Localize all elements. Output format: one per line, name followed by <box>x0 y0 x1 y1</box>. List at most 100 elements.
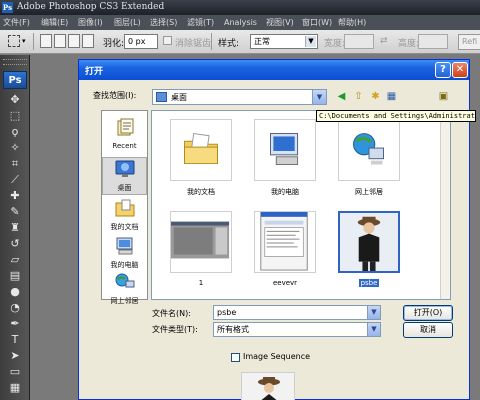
place-recent[interactable]: Recent <box>102 117 147 155</box>
my-computer-icon <box>116 237 132 255</box>
menu-image[interactable]: 图像(I) <box>78 15 103 30</box>
file-item[interactable]: eevevr <box>250 211 320 288</box>
marquee-tool-icon[interactable]: ⬚ <box>7 108 23 124</box>
file-name: 1 <box>198 279 204 287</box>
move-tool-icon[interactable]: ✥ <box>7 92 23 108</box>
filename-input[interactable]: psbe ▼ <box>213 305 381 320</box>
width-input <box>344 34 374 49</box>
photoshop-app-icon: Ps <box>2 2 13 13</box>
subtract-selection-icon[interactable] <box>68 34 80 48</box>
notes-tool-icon[interactable]: ▦ <box>7 380 23 396</box>
type-tool-icon[interactable]: T <box>7 332 23 348</box>
file-item[interactable]: 1 <box>166 211 236 288</box>
pen-tool-icon[interactable]: ✒ <box>7 316 23 332</box>
my-computer-icon <box>269 133 299 165</box>
place-network[interactable]: 网上邻居 <box>102 271 147 309</box>
healing-brush-tool-icon[interactable]: ✚ <box>7 188 23 204</box>
desktop-icon <box>115 160 134 177</box>
file-list: 我的文档 我的电脑 网上邻居 1 eevevr psbe <box>151 110 451 300</box>
antialias-checkbox <box>163 36 172 45</box>
desktop-icon <box>156 92 167 102</box>
place-label: 我的文档 <box>110 223 139 231</box>
dialog-title-bar[interactable]: 打开 ? ✕ <box>79 60 469 80</box>
photoshop-logo: Ps <box>3 71 27 89</box>
shape-tool-icon[interactable]: ▭ <box>7 364 23 380</box>
place-label: 我的电脑 <box>110 261 139 269</box>
menu-help[interactable]: 帮助(H) <box>338 15 366 30</box>
up-folder-icon[interactable]: ⇧ <box>352 90 365 103</box>
marquee-tool-icon[interactable] <box>8 35 20 47</box>
view-menu-icon[interactable]: ▦ <box>385 90 398 103</box>
clone-stamp-tool-icon[interactable]: ♜ <box>7 220 23 236</box>
width-label: 宽度: <box>324 39 346 49</box>
tool-preset-chevron-icon[interactable]: ▾ <box>22 37 26 45</box>
panel-grip[interactable] <box>3 59 27 65</box>
filename-value: psbe <box>217 308 237 317</box>
open-dialog: 打开 ? ✕ 查找范围(I): 桌面 ▼ ◀ ⇧ ✱ ▦ ▣ C:\Docume… <box>78 59 476 400</box>
file-item[interactable]: 我的文档 <box>166 119 236 197</box>
menu-file[interactable]: 文件(F) <box>3 15 30 30</box>
menu-select[interactable]: 选择(S) <box>150 15 177 30</box>
place-desktop[interactable]: 桌面 <box>102 157 147 195</box>
add-selection-icon[interactable] <box>54 34 66 48</box>
menu-edit[interactable]: 编辑(E) <box>41 15 68 30</box>
height-input <box>418 34 448 49</box>
intersect-selection-icon[interactable] <box>82 34 94 48</box>
new-selection-icon[interactable] <box>40 34 52 48</box>
menu-window[interactable]: 窗口(W) <box>302 15 332 30</box>
chevron-down-icon: ▼ <box>367 306 380 319</box>
blur-tool-icon[interactable]: ● <box>7 284 23 300</box>
filetype-value: 所有格式 <box>217 325 249 334</box>
gradient-tool-icon[interactable]: ▤ <box>7 268 23 284</box>
eraser-tool-icon[interactable]: ▱ <box>7 252 23 268</box>
filetype-select[interactable]: 所有格式 ▼ <box>213 322 381 337</box>
file-thumbnail <box>170 119 232 181</box>
path-selection-tool-icon[interactable]: ➤ <box>7 348 23 364</box>
menu-view[interactable]: 视图(V) <box>266 15 294 30</box>
look-in-select[interactable]: 桌面 ▼ <box>152 89 327 105</box>
image-thumbnail <box>171 221 230 259</box>
feather-label: 羽化: <box>103 39 125 49</box>
magic-wand-tool-icon[interactable]: ✧ <box>7 140 23 156</box>
file-thumbnail <box>338 119 400 181</box>
history-brush-tool-icon[interactable]: ↺ <box>7 236 23 252</box>
brush-tool-icon[interactable]: ✎ <box>7 204 23 220</box>
cancel-button[interactable]: 取消 <box>403 322 453 338</box>
eyedropper-tool-icon[interactable]: ⟋ <box>7 172 23 188</box>
app-title: Adobe Photoshop CS3 Extended <box>17 2 165 12</box>
file-item[interactable]: 网上邻居 <box>334 119 404 197</box>
preview-image <box>258 377 280 400</box>
place-my-computer[interactable]: 我的电脑 <box>102 235 147 273</box>
place-my-documents[interactable]: 我的文档 <box>102 197 147 235</box>
close-button[interactable]: ✕ <box>452 62 468 78</box>
app-title-bar: Ps Adobe Photoshop CS3 Extended <box>0 0 480 15</box>
file-name: 我的文档 <box>187 188 215 196</box>
crop-tool-icon[interactable]: ⌗ <box>7 156 23 172</box>
bridge-folder-icon[interactable]: ▣ <box>437 90 450 103</box>
lasso-tool-icon[interactable]: ϙ <box>7 124 23 140</box>
separator <box>33 33 34 50</box>
file-item[interactable]: 我的电脑 <box>250 119 320 197</box>
image-sequence-checkbox[interactable] <box>231 353 240 362</box>
menu-layer[interactable]: 图层(L) <box>114 15 141 30</box>
file-item-selected[interactable]: psbe <box>334 211 404 288</box>
back-icon[interactable]: ◀ <box>335 90 348 103</box>
image-sequence-label: Image Sequence <box>243 352 311 361</box>
file-thumbnail <box>254 119 316 181</box>
open-button[interactable]: 打开(O) <box>403 305 453 321</box>
help-button[interactable]: ? <box>435 62 451 78</box>
chevron-down-icon: ▼ <box>367 323 380 336</box>
dodge-tool-icon[interactable]: ◔ <box>7 300 23 316</box>
options-bar: ▾ 羽化: 0 px 消除锯齿 样式: 正常 ▼ 宽度: ⇄ 高度: Refi <box>0 30 480 54</box>
style-select[interactable]: 正常 ▼ <box>250 34 318 49</box>
places-bar: Recent 桌面 我的文档 我的电脑 网上邻居 <box>101 110 148 305</box>
menu-bar: 文件(F) 编辑(E) 图像(I) 图层(L) 选择(S) 滤镜(T) Anal… <box>0 15 480 30</box>
new-folder-icon[interactable]: ✱ <box>369 90 382 103</box>
file-list-scrollbar[interactable] <box>440 111 450 299</box>
menu-analysis[interactable]: Analysis <box>224 15 257 30</box>
filetype-label: 文件类型(T): <box>152 325 198 334</box>
path-tooltip: C:\Documents and Settings\Administrator\ <box>316 110 476 122</box>
network-places-icon <box>353 133 384 165</box>
feather-input[interactable]: 0 px <box>124 34 158 49</box>
menu-filter[interactable]: 滤镜(T) <box>187 15 214 30</box>
